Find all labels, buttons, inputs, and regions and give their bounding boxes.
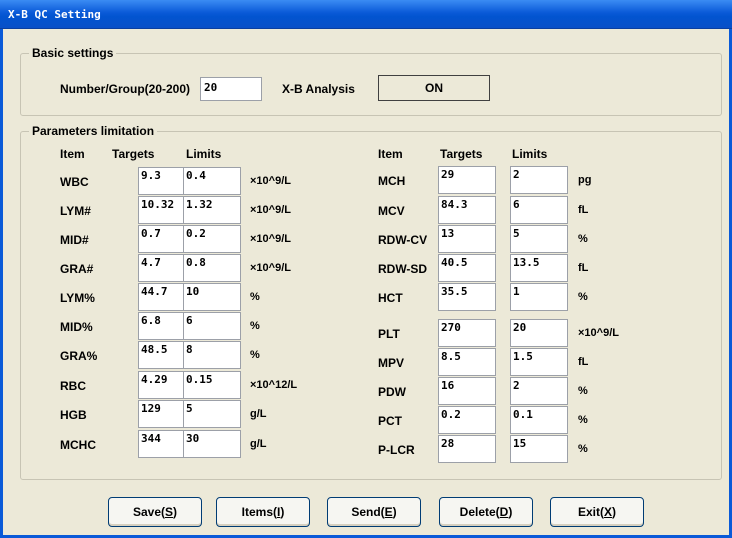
right-limit-input-mch[interactable]: 2 — [510, 166, 568, 194]
right-item-label-hct: HCT — [378, 291, 403, 305]
left-unit-hgb: g/L — [250, 408, 267, 420]
left-item-label-wbc: WBC — [60, 175, 89, 189]
right-unit-rdw-cv: % — [578, 233, 588, 245]
items-button[interactable]: Items(I) — [216, 497, 310, 527]
exit-button[interactable]: Exit(X) — [550, 497, 644, 527]
right-limit-input-plt[interactable]: 20 — [510, 319, 568, 347]
right-item-header: Item — [378, 147, 403, 161]
left-unit-wbc: ×10^9/L — [250, 175, 291, 187]
right-unit-mpv: fL — [578, 356, 589, 368]
right-target-input-p-lcr[interactable]: 28 — [438, 435, 496, 463]
right-item-label-mpv: MPV — [378, 356, 405, 370]
right-targets-header: Targets — [440, 147, 483, 161]
right-limit-input-pct[interactable]: 0.1 — [510, 406, 568, 434]
right-item-label-p-lcr: P-LCR — [378, 443, 415, 457]
right-target-input-pct[interactable]: 0.2 — [438, 406, 496, 434]
left-limit-input-lym-pct[interactable]: 10 — [183, 283, 241, 311]
right-limits-header: Limits — [512, 147, 548, 161]
left-limit-input-lym-count[interactable]: 1.32 — [183, 196, 241, 224]
right-target-input-rdw-sd[interactable]: 40.5 — [438, 254, 496, 282]
right-unit-plt: ×10^9/L — [578, 327, 619, 339]
left-item-label-mchc: MCHC — [60, 438, 96, 452]
parameters-limitation-group: Parameters limitation — [20, 124, 722, 480]
left-unit-mchc: g/L — [250, 438, 267, 450]
left-item-label-hgb: HGB — [60, 408, 87, 422]
xb-analysis-label: X-B Analysis — [282, 82, 355, 96]
right-target-input-mch[interactable]: 29 — [438, 166, 496, 194]
left-item-label-mid-pct: MID% — [60, 320, 93, 334]
left-item-label-lym-pct: LYM% — [60, 291, 95, 305]
left-limit-input-gra-count[interactable]: 0.8 — [183, 254, 241, 282]
right-unit-hct: % — [578, 291, 588, 303]
left-limit-input-rbc[interactable]: 0.15 — [183, 371, 241, 399]
left-unit-rbc: ×10^12/L — [250, 379, 298, 391]
left-unit-lym-pct: % — [250, 291, 260, 303]
right-item-label-plt: PLT — [378, 327, 400, 341]
left-limit-input-mid-count[interactable]: 0.2 — [183, 225, 241, 253]
right-target-input-mcv[interactable]: 84.3 — [438, 196, 496, 224]
left-item-label-rbc: RBC — [60, 379, 86, 393]
left-limit-input-mid-pct[interactable]: 6 — [183, 312, 241, 340]
number-group-input[interactable]: 20 — [200, 77, 262, 101]
left-unit-mid-pct: % — [250, 320, 260, 332]
left-item-label-mid-count: MID# — [60, 233, 89, 247]
basic-settings-legend: Basic settings — [29, 46, 117, 60]
left-item-label-lym-count: LYM# — [60, 204, 91, 218]
right-target-input-rdw-cv[interactable]: 13 — [438, 225, 496, 253]
delete-button[interactable]: Delete(D) — [439, 497, 533, 527]
xb-analysis-toggle[interactable]: ON — [378, 75, 490, 101]
right-target-input-mpv[interactable]: 8.5 — [438, 348, 496, 376]
right-item-label-pct: PCT — [378, 414, 402, 428]
right-unit-rdw-sd: fL — [578, 262, 589, 274]
title-bar[interactable]: X-B QC Setting — [0, 0, 732, 29]
right-unit-p-lcr: % — [578, 443, 588, 455]
right-limit-input-hct[interactable]: 1 — [510, 283, 568, 311]
right-target-input-pdw[interactable]: 16 — [438, 377, 496, 405]
right-item-label-pdw: PDW — [378, 385, 406, 399]
left-unit-mid-count: ×10^9/L — [250, 233, 291, 245]
left-item-label-gra-pct: GRA% — [60, 349, 98, 363]
left-unit-lym-count: ×10^9/L — [250, 204, 291, 216]
right-limit-input-mcv[interactable]: 6 — [510, 196, 568, 224]
right-item-label-rdw-cv: RDW-CV — [378, 233, 428, 247]
right-limit-input-pdw[interactable]: 2 — [510, 377, 568, 405]
right-unit-mch: pg — [578, 174, 592, 186]
left-item-header: Item — [60, 147, 85, 161]
left-targets-header: Targets — [112, 147, 155, 161]
right-item-label-mcv: MCV — [378, 204, 405, 218]
left-limit-input-hgb[interactable]: 5 — [183, 400, 241, 428]
right-limit-input-p-lcr[interactable]: 15 — [510, 435, 568, 463]
right-target-input-plt[interactable]: 270 — [438, 319, 496, 347]
left-unit-gra-pct: % — [250, 349, 260, 361]
right-unit-pct: % — [578, 414, 588, 426]
save-button[interactable]: Save(S) — [108, 497, 202, 527]
number-group-label: Number/Group(20-200) — [60, 82, 191, 96]
left-limit-input-mchc[interactable]: 30 — [183, 430, 241, 458]
left-limits-header: Limits — [186, 147, 222, 161]
send-button[interactable]: Send(E) — [327, 497, 421, 527]
right-unit-pdw: % — [578, 385, 588, 397]
right-item-label-mch: MCH — [378, 174, 406, 188]
right-item-label-rdw-sd: RDW-SD — [378, 262, 428, 276]
right-unit-mcv: fL — [578, 204, 589, 216]
left-item-label-gra-count: GRA# — [60, 262, 94, 276]
right-target-input-hct[interactable]: 35.5 — [438, 283, 496, 311]
parameters-legend: Parameters limitation — [29, 124, 158, 138]
left-limit-input-gra-pct[interactable]: 8 — [183, 341, 241, 369]
right-limit-input-mpv[interactable]: 1.5 — [510, 348, 568, 376]
left-limit-input-wbc[interactable]: 0.4 — [183, 167, 241, 195]
right-limit-input-rdw-cv[interactable]: 5 — [510, 225, 568, 253]
right-limit-input-rdw-sd[interactable]: 13.5 — [510, 254, 568, 282]
left-unit-gra-count: ×10^9/L — [250, 262, 291, 274]
window-title: X-B QC Setting — [8, 8, 101, 21]
